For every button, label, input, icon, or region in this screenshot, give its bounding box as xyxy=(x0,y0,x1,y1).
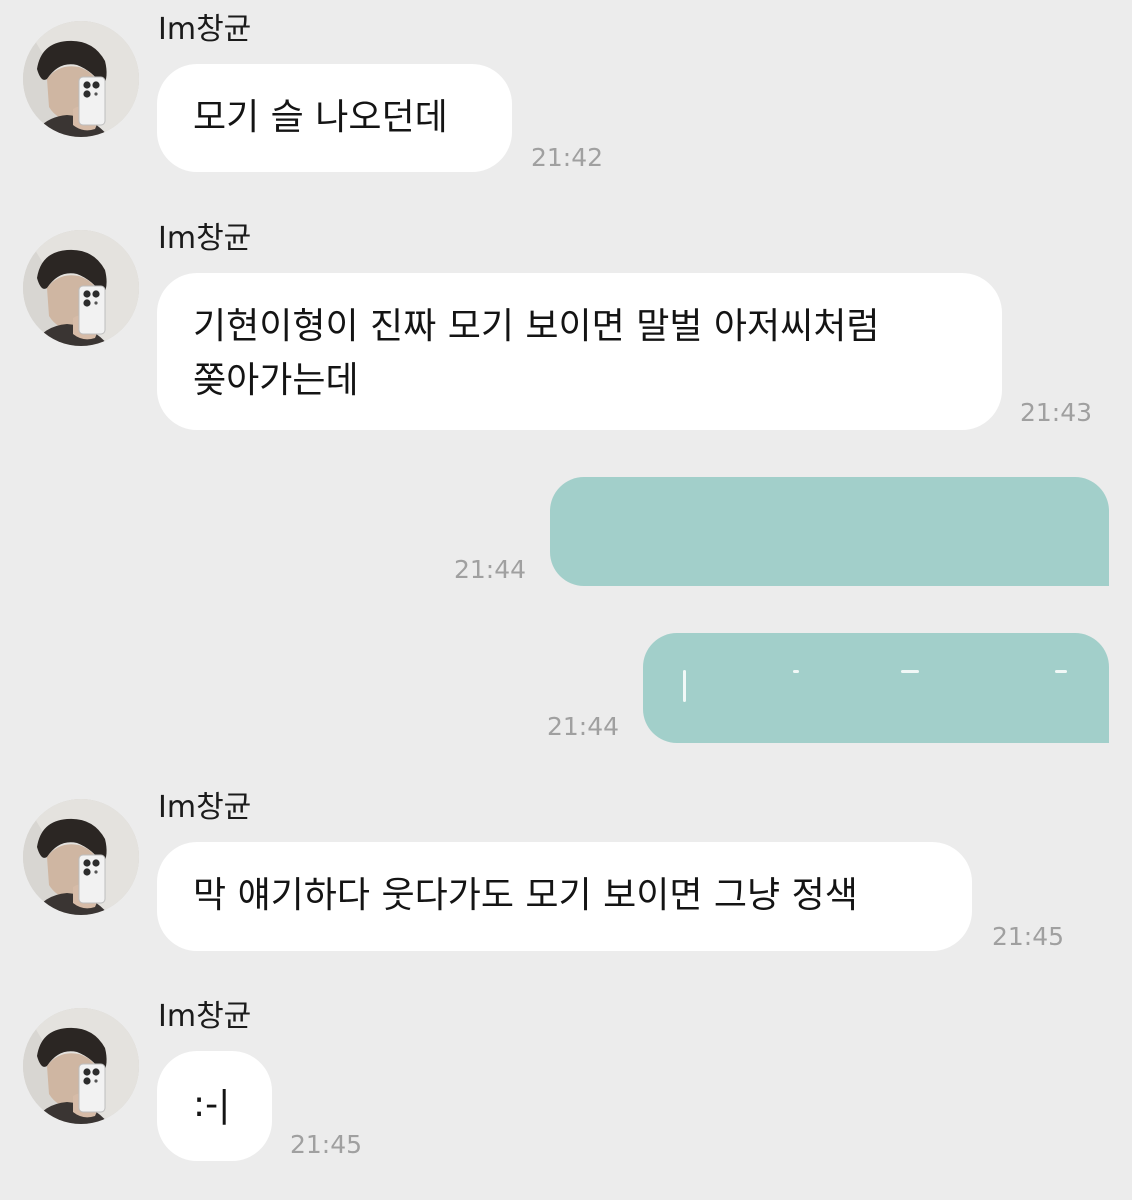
message-bubble-incoming[interactable]: 막 얘기하다 웃다가도 모기 보이면 그냥 정색 xyxy=(157,842,972,951)
redaction-mark xyxy=(901,670,919,673)
message-bubble-incoming[interactable]: 모기 슬 나오던데 xyxy=(157,64,512,172)
message-timestamp: 21:45 xyxy=(290,1130,363,1159)
message-text: 막 얘기하다 웃다가도 모기 보이면 그냥 정색 xyxy=(193,875,858,916)
message-timestamp: 21:44 xyxy=(547,712,620,741)
avatar[interactable] xyxy=(23,21,139,137)
message-bubble-incoming[interactable]: 기현이형이 진짜 모기 보이면 말벌 아저씨처럼 쫒아가는데 xyxy=(157,273,1002,430)
message-text-line: 쫒아가는데 xyxy=(193,360,359,401)
redaction-mark xyxy=(793,670,799,673)
profile-photo-mirror-selfie-icon xyxy=(23,799,139,915)
avatar[interactable] xyxy=(23,1008,139,1124)
redaction-mark xyxy=(683,670,686,702)
sender-name: Im창균 xyxy=(158,790,252,825)
sender-name: Im창균 xyxy=(158,221,252,256)
message-bubble-incoming[interactable]: :-| xyxy=(157,1051,272,1161)
profile-photo-mirror-selfie-icon xyxy=(23,1008,139,1124)
message-timestamp: 21:43 xyxy=(1020,398,1093,427)
sender-name: Im창균 xyxy=(158,12,252,47)
profile-photo-mirror-selfie-icon xyxy=(23,230,139,346)
sender-name: Im창균 xyxy=(158,999,252,1034)
message-text: 모기 슬 나오던데 xyxy=(193,97,448,138)
message-text: :-| xyxy=(193,1084,231,1125)
message-timestamp: 21:45 xyxy=(992,922,1065,951)
message-bubble-outgoing[interactable] xyxy=(643,633,1109,743)
avatar[interactable] xyxy=(23,799,139,915)
message-timestamp: 21:44 xyxy=(454,555,527,584)
message-text-line: 기현이형이 진짜 모기 보이면 말벌 아저씨처럼 xyxy=(193,306,880,347)
message-timestamp: 21:42 xyxy=(531,143,604,172)
message-bubble-outgoing[interactable] xyxy=(550,477,1109,586)
profile-photo-mirror-selfie-icon xyxy=(23,21,139,137)
redaction-mark xyxy=(1055,670,1067,673)
avatar[interactable] xyxy=(23,230,139,346)
